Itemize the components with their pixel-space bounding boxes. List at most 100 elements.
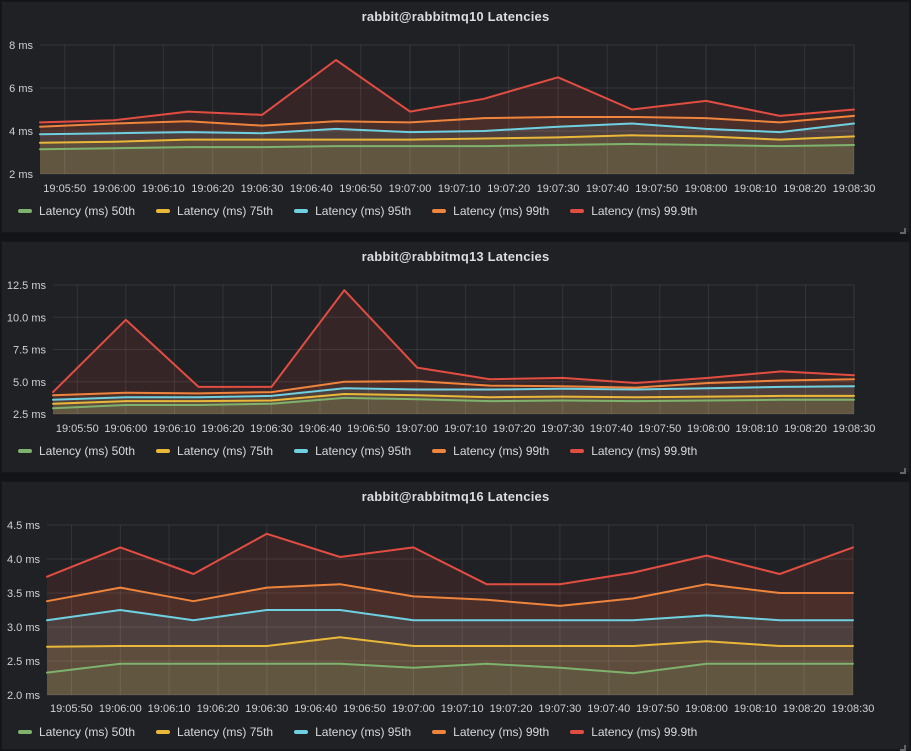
legend-swatch-icon	[18, 730, 32, 734]
x-tick-label: 19:08:10	[734, 183, 777, 195]
x-tick-label: 19:06:50	[339, 183, 382, 195]
x-tick-label: 19:05:50	[43, 183, 86, 195]
legend-label: Latency (ms) 75th	[177, 204, 273, 218]
legend-label: Latency (ms) 99.9th	[591, 444, 697, 458]
legend-label: Latency (ms) 99.9th	[591, 204, 697, 218]
x-tick-label: 19:07:00	[392, 703, 435, 715]
legend-swatch-icon	[18, 209, 32, 213]
x-tick-label: 19:06:30	[250, 423, 293, 435]
resize-handle-icon[interactable]	[897, 221, 906, 230]
x-tick-label: 19:05:50	[56, 423, 99, 435]
latency-chart-svg[interactable]: 2 ms4 ms6 ms8 ms19:05:5019:06:0019:06:10…	[2, 2, 909, 232]
legend-label: Latency (ms) 99th	[453, 444, 549, 458]
legend-item-p999[interactable]: Latency (ms) 99.9th	[570, 204, 697, 218]
legend-swatch-icon	[294, 730, 308, 734]
legend-item-p75[interactable]: Latency (ms) 75th	[156, 725, 273, 739]
y-tick-label: 3.0 ms	[7, 622, 41, 634]
series-area-p50	[47, 664, 853, 695]
legend-item-p99[interactable]: Latency (ms) 99th	[432, 444, 549, 458]
y-tick-label: 4 ms	[9, 126, 33, 138]
x-tick-label: 19:08:00	[685, 183, 728, 195]
x-tick-label: 19:07:20	[487, 183, 530, 195]
x-tick-label: 19:08:20	[783, 703, 826, 715]
y-tick-label: 10.0 ms	[7, 312, 47, 324]
resize-handle-icon[interactable]	[897, 461, 906, 470]
legend-label: Latency (ms) 95th	[315, 444, 411, 458]
x-tick-label: 19:07:10	[441, 703, 484, 715]
x-tick-label: 19:06:40	[294, 703, 337, 715]
x-tick-label: 19:07:20	[493, 423, 536, 435]
y-tick-label: 12.5 ms	[7, 280, 47, 292]
x-tick-label: 19:06:20	[201, 423, 244, 435]
legend-item-p95[interactable]: Latency (ms) 95th	[294, 725, 411, 739]
legend-swatch-icon	[18, 449, 32, 453]
legend-label: Latency (ms) 99th	[453, 204, 549, 218]
legend-swatch-icon	[156, 449, 170, 453]
x-tick-label: 19:07:00	[389, 183, 432, 195]
legend-item-p75[interactable]: Latency (ms) 75th	[156, 204, 273, 218]
y-tick-label: 2.0 ms	[7, 690, 41, 702]
latency-chart-svg[interactable]: 2.0 ms 2.5 ms 3.0 ms 3.5 ms 4.0 ms 4.5 ms 19:0…	[2, 482, 909, 749]
resize-handle-icon[interactable]	[897, 738, 906, 747]
legend-label: Latency (ms) 95th	[315, 725, 411, 739]
x-tick-label: 19:07:40	[590, 423, 633, 435]
chart-panel-rabbitmq10: rabbit@rabbitmq10 Latencies 2 ms4 ms6 ms…	[2, 2, 909, 232]
x-tick-label: 19:06:30	[245, 703, 288, 715]
y-tick-label: 3.5 ms	[7, 588, 41, 600]
x-tick-label: 19:08:20	[783, 183, 826, 195]
x-tick-label: 19:07:30	[538, 703, 581, 715]
x-tick-label: 19:07:30	[541, 423, 584, 435]
x-tick-label: 19:06:40	[290, 183, 333, 195]
legend-label: Latency (ms) 99th	[453, 725, 549, 739]
x-tick-label: 19:06:20	[191, 183, 234, 195]
y-tick-label: 8 ms	[9, 40, 33, 52]
legend-label: Latency (ms) 50th	[39, 725, 135, 739]
y-tick-label: 7.5 ms	[13, 345, 47, 357]
legend-item-p50[interactable]: Latency (ms) 50th	[18, 204, 135, 218]
legend-item-p99[interactable]: Latency (ms) 99th	[432, 725, 549, 739]
x-tick-label: 19:06:00	[99, 703, 142, 715]
legend-swatch-icon	[432, 209, 446, 213]
x-tick-label: 19:08:30	[833, 183, 876, 195]
latency-chart-svg[interactable]: 2.5 ms 5.0 ms 7.5 ms 10.0 ms 12.5 ms 19:05:50…	[2, 242, 909, 472]
chart-panel-rabbitmq13: rabbit@rabbitmq13 Latencies 2.5 ms5.0 ms…	[2, 242, 909, 472]
grafana-dashboard: { "page": { "background": "#131418", "pa…	[0, 0, 911, 751]
legend-swatch-icon	[294, 449, 308, 453]
legend-swatch-icon	[570, 209, 584, 213]
legend-swatch-icon	[432, 730, 446, 734]
legend-item-p99[interactable]: Latency (ms) 99th	[432, 204, 549, 218]
legend-label: Latency (ms) 50th	[39, 204, 135, 218]
legend-label: Latency (ms) 95th	[315, 204, 411, 218]
x-tick-label: 19:06:50	[347, 423, 390, 435]
x-tick-label: 19:07:30	[537, 183, 580, 195]
x-tick-label: 19:06:00	[104, 423, 147, 435]
legend-item-p50[interactable]: Latency (ms) 50th	[18, 725, 135, 739]
x-tick-label: 19:07:10	[444, 423, 487, 435]
legend-item-p50[interactable]: Latency (ms) 50th	[18, 444, 135, 458]
legend-label: Latency (ms) 75th	[177, 725, 273, 739]
x-tick-label: 19:06:10	[148, 703, 191, 715]
y-tick-label: 2.5 ms	[7, 656, 41, 668]
legend-item-p999[interactable]: Latency (ms) 99.9th	[570, 725, 697, 739]
x-tick-label: 19:07:50	[636, 703, 679, 715]
legend-item-p95[interactable]: Latency (ms) 95th	[294, 204, 411, 218]
legend-label: Latency (ms) 99.9th	[591, 725, 697, 739]
x-tick-label: 19:07:50	[635, 183, 678, 195]
y-tick-label: 2.5 ms	[13, 409, 47, 421]
x-tick-label: 19:08:00	[685, 703, 728, 715]
y-tick-label: 4.0 ms	[7, 554, 41, 566]
y-tick-label: 4.5 ms	[7, 520, 41, 532]
x-tick-label: 19:07:40	[586, 183, 629, 195]
x-tick-label: 19:08:30	[833, 423, 876, 435]
legend-item-p75[interactable]: Latency (ms) 75th	[156, 444, 273, 458]
y-tick-label: 5.0 ms	[13, 377, 47, 389]
chart-legend: Latency (ms) 50th Latency (ms) 75th Latenc…	[18, 204, 697, 218]
legend-swatch-icon	[156, 730, 170, 734]
x-tick-label: 19:08:10	[735, 423, 778, 435]
legend-item-p999[interactable]: Latency (ms) 99.9th	[570, 444, 697, 458]
chart-panel-rabbitmq16: rabbit@rabbitmq16 Latencies 2.0 ms2.5 ms…	[2, 482, 909, 749]
y-tick-label: 2 ms	[9, 169, 33, 181]
y-tick-label: 6 ms	[9, 83, 33, 95]
x-tick-label: 19:05:50	[50, 703, 93, 715]
legend-item-p95[interactable]: Latency (ms) 95th	[294, 444, 411, 458]
